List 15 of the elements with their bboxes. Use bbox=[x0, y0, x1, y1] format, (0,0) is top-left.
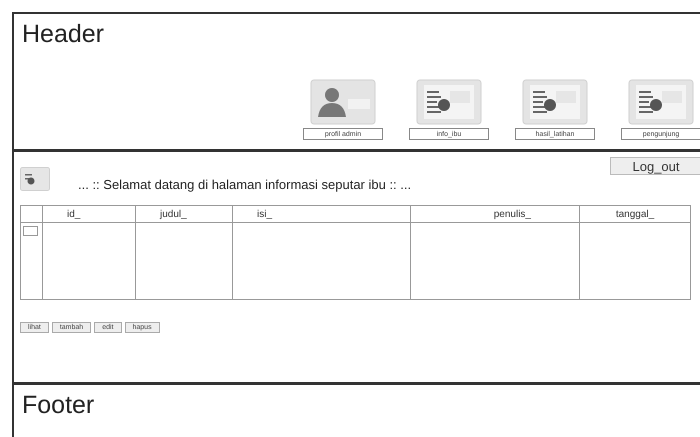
column-header: judul_ bbox=[136, 206, 232, 222]
person-card-icon bbox=[310, 79, 376, 125]
column-header: tanggal_ bbox=[580, 206, 690, 222]
document-card-icon bbox=[628, 79, 694, 125]
column-header: id_ bbox=[42, 206, 136, 222]
column-header: penulis_ bbox=[410, 206, 580, 222]
welcome-text: ... :: Selamat datang di halaman informasi seputar ibu :: ... bbox=[78, 178, 412, 191]
row-checkbox[interactable] bbox=[23, 226, 38, 236]
column-header: isi_ bbox=[232, 206, 410, 222]
document-card-icon bbox=[416, 79, 482, 125]
header-title: Header bbox=[21, 19, 105, 47]
document-card-icon bbox=[522, 79, 588, 125]
document-card-icon bbox=[20, 167, 50, 191]
logout-button[interactable]: Log_out bbox=[610, 157, 700, 175]
footer-title: Footer bbox=[21, 390, 96, 418]
